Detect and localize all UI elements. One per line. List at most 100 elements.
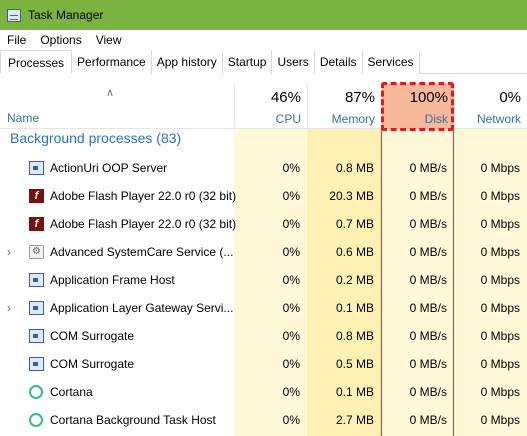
table-row[interactable]: f Adobe Flash Player 22.0 r0 (32 bit) 0% 20… bbox=[0, 182, 527, 210]
disk-value: 0 MB/s bbox=[409, 413, 447, 427]
cpu-value: 0% bbox=[282, 161, 300, 175]
process-name: ActionUri OOP Server bbox=[50, 161, 168, 175]
tab-users[interactable]: Users bbox=[272, 51, 315, 74]
cpu-value: 0% bbox=[282, 301, 300, 315]
memory-percent: 87% bbox=[344, 89, 375, 106]
disk-value: 0 MB/s bbox=[409, 385, 447, 399]
disk-value: 0 MB/s bbox=[409, 245, 447, 259]
table-row[interactable]: › ⚙ Advanced SystemCare Service (... 0% 0.6 … bbox=[0, 238, 527, 266]
memory-value: 20.3 MB bbox=[329, 189, 374, 203]
background-processes-group[interactable]: Background processes (83) bbox=[0, 129, 527, 153]
network-value: 0 Mbps bbox=[480, 413, 520, 427]
network-value: 0 Mbps bbox=[480, 385, 520, 399]
window-icon bbox=[29, 357, 44, 371]
cpu-value: 0% bbox=[282, 245, 300, 259]
process-name: Cortana Background Task Host bbox=[50, 413, 216, 427]
tab-startup[interactable]: Startup bbox=[222, 51, 273, 74]
network-value: 0 Mbps bbox=[480, 301, 520, 315]
table-row[interactable]: Cortana Background Task Host 0% 2.7 MB 0 MB… bbox=[0, 406, 527, 434]
menu-view[interactable]: View bbox=[89, 30, 129, 50]
memory-value: 0.1 MB bbox=[335, 385, 374, 399]
memory-value: 0.8 MB bbox=[335, 329, 374, 343]
cpu-value: 0% bbox=[282, 357, 300, 371]
flash-icon: f bbox=[29, 189, 44, 203]
tab-services[interactable]: Services bbox=[362, 51, 420, 74]
cpu-column-header[interactable]: 46% CPU bbox=[234, 84, 307, 129]
memory-value: 0.7 MB bbox=[335, 217, 374, 231]
table-row[interactable]: f Adobe Flash Player 22.0 r0 (32 bit) 0% 0.… bbox=[0, 210, 527, 238]
network-column-header[interactable]: 0% Network bbox=[454, 84, 527, 129]
network-value: 0 Mbps bbox=[480, 217, 520, 231]
column-header: ∧ Name 46% CPU 87% Memory 100% Disk 0% N… bbox=[0, 84, 527, 129]
network-value: 0 Mbps bbox=[480, 357, 520, 371]
gear-icon: ⚙ bbox=[29, 245, 44, 259]
memory-value: 0.5 MB bbox=[335, 357, 374, 371]
table-row[interactable]: Cortana 0% 0.1 MB 0 MB/s 0 Mbps bbox=[0, 378, 527, 406]
process-name: Cortana bbox=[50, 385, 93, 399]
table-row[interactable]: COM Surrogate 0% 0.5 MB 0 MB/s 0 Mbps bbox=[0, 350, 527, 378]
disk-value: 0 MB/s bbox=[409, 273, 447, 287]
process-name: Application Frame Host bbox=[50, 273, 175, 287]
network-value: 0 Mbps bbox=[480, 329, 520, 343]
cpu-value: 0% bbox=[282, 217, 300, 231]
disk-value: 0 MB/s bbox=[409, 189, 447, 203]
disk-label: Disk bbox=[424, 112, 448, 126]
group-label: Background processes (83) bbox=[10, 130, 182, 146]
memory-value: 2.7 MB bbox=[335, 413, 374, 427]
chevron-right-icon[interactable]: › bbox=[7, 245, 11, 259]
tab-processes[interactable]: Processes bbox=[0, 50, 73, 74]
cpu-value: 0% bbox=[282, 413, 300, 427]
name-column-header[interactable]: Name bbox=[7, 111, 39, 125]
table-row[interactable]: COM Surrogate 0% 0.8 MB 0 MB/s 0 Mbps bbox=[0, 322, 527, 350]
process-name: Advanced SystemCare Service (... bbox=[50, 245, 234, 259]
memory-column-header[interactable]: 87% Memory bbox=[307, 84, 381, 129]
task-manager-icon bbox=[7, 8, 21, 22]
network-value: 0 Mbps bbox=[480, 273, 520, 287]
memory-label: Memory bbox=[331, 112, 375, 126]
menu-options[interactable]: Options bbox=[33, 30, 88, 50]
memory-value: 0.6 MB bbox=[335, 245, 374, 259]
tab-app-history[interactable]: App history bbox=[151, 51, 223, 74]
table-row[interactable]: Application Frame Host 0% 0.2 MB 0 MB/s 0 Mb… bbox=[0, 266, 527, 294]
cortana-icon bbox=[29, 385, 43, 399]
menu-file[interactable]: File bbox=[0, 30, 33, 50]
network-label: Network bbox=[476, 112, 521, 126]
cpu-value: 0% bbox=[282, 273, 300, 287]
cpu-label: CPU bbox=[275, 112, 301, 126]
network-value: 0 Mbps bbox=[480, 189, 520, 203]
disk-percent: 100% bbox=[409, 89, 448, 106]
disk-value: 0 MB/s bbox=[409, 161, 447, 175]
memory-value: 0.8 MB bbox=[335, 161, 374, 175]
network-percent: 0% bbox=[499, 89, 521, 106]
tab-details[interactable]: Details bbox=[314, 51, 363, 74]
menu-bar: File Options View bbox=[0, 30, 527, 50]
network-value: 0 Mbps bbox=[480, 245, 520, 259]
network-value: 0 Mbps bbox=[480, 161, 520, 175]
window-icon bbox=[29, 273, 44, 287]
memory-value: 0.1 MB bbox=[335, 301, 374, 315]
title-bar: Task Manager bbox=[0, 0, 527, 30]
disk-value: 0 MB/s bbox=[409, 301, 447, 315]
cpu-percent: 46% bbox=[270, 89, 301, 106]
window-icon bbox=[29, 329, 44, 343]
process-name: COM Surrogate bbox=[50, 329, 135, 343]
chevron-right-icon[interactable]: › bbox=[7, 301, 11, 315]
memory-value: 0.2 MB bbox=[335, 273, 374, 287]
cpu-value: 0% bbox=[282, 329, 300, 343]
sort-up-icon[interactable]: ∧ bbox=[106, 86, 114, 99]
disk-value: 0 MB/s bbox=[409, 329, 447, 343]
window-icon bbox=[29, 301, 44, 315]
tab-performance[interactable]: Performance bbox=[72, 51, 152, 74]
process-name: COM Surrogate bbox=[50, 357, 135, 371]
disk-column-header[interactable]: 100% Disk bbox=[381, 84, 454, 129]
table-row[interactable]: ActionUri OOP Server 0% 0.8 MB 0 MB/s 0 Mbps bbox=[0, 154, 527, 182]
window-title: Task Manager bbox=[28, 8, 104, 22]
cpu-value: 0% bbox=[282, 385, 300, 399]
table-row[interactable]: › Application Layer Gateway Servi... 0% 0.1… bbox=[0, 294, 527, 322]
flash-icon: f bbox=[29, 217, 44, 231]
process-name: Adobe Flash Player 22.0 r0 (32 bit) bbox=[50, 217, 237, 231]
cortana-icon bbox=[29, 413, 43, 427]
disk-value: 0 MB/s bbox=[409, 357, 447, 371]
process-name: Adobe Flash Player 22.0 r0 (32 bit) bbox=[50, 189, 237, 203]
cpu-value: 0% bbox=[282, 189, 300, 203]
